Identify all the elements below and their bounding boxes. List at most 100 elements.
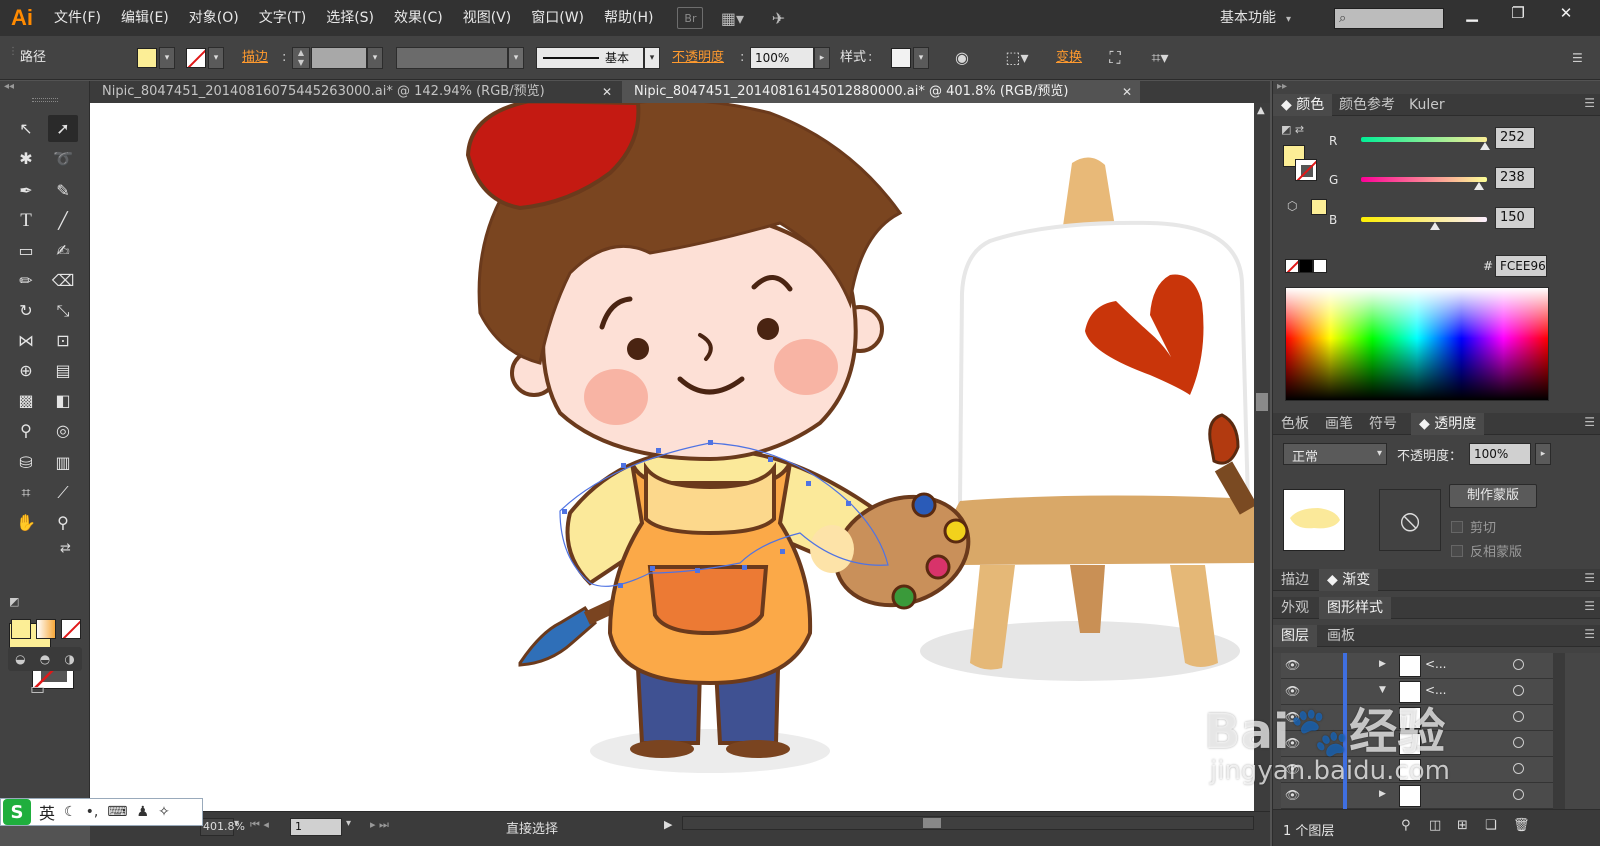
perspective-grid-tool-icon[interactable]: ▤: [48, 357, 78, 384]
direct-selection-tool-icon[interactable]: ➚: [48, 115, 78, 142]
column-graph-tool-icon[interactable]: ▥: [48, 449, 78, 476]
menu-edit[interactable]: 编辑(E): [111, 0, 179, 36]
menu-file[interactable]: 文件(F): [44, 0, 111, 36]
collapse-panel-icon[interactable]: ◂◂: [4, 81, 14, 92]
minimize-button[interactable]: ▁: [1454, 2, 1490, 24]
stroke-panel-link[interactable]: 描边: [242, 47, 268, 69]
layers-scrollbar[interactable]: [1553, 653, 1565, 811]
panel-menu-icon[interactable]: ☰: [1584, 599, 1595, 613]
layer-name[interactable]: <...: [1425, 683, 1447, 697]
clip-checkbox[interactable]: 剪切: [1451, 517, 1496, 536]
panel-menu-icon[interactable]: ☰: [1584, 415, 1595, 429]
artboard-field[interactable]: 1: [290, 818, 342, 836]
slice-tool-icon[interactable]: ⟋: [48, 479, 78, 506]
opacity-arrow[interactable]: ▸: [1535, 443, 1551, 465]
blue-value-input[interactable]: 150: [1495, 207, 1535, 229]
menu-select[interactable]: 选择(S): [316, 0, 384, 36]
blue-slider-thumb[interactable]: [1430, 222, 1441, 230]
delete-layer-icon[interactable]: 🗑: [1513, 818, 1530, 833]
draw-normal-icon[interactable]: ◒: [15, 652, 25, 666]
out-of-gamut-icon[interactable]: ⬡: [1287, 199, 1297, 213]
variable-width-field[interactable]: [396, 47, 508, 69]
next-artboard-icon[interactable]: ▸ ⏭: [370, 818, 389, 832]
document-tab[interactable]: Nipic_8047451_20140816075445263000.ai* @…: [90, 81, 620, 103]
artboard-tool-icon[interactable]: ⌗: [11, 479, 41, 506]
shape-builder-tool-icon[interactable]: ⊕: [11, 357, 41, 384]
tab-color-guide[interactable]: 颜色参考: [1331, 94, 1403, 116]
mesh-tool-icon[interactable]: ▩: [11, 387, 41, 414]
sogou-logo-icon[interactable]: S: [3, 799, 31, 825]
layer-row[interactable]: 👁 ▼ <...: [1281, 679, 1559, 705]
line-tool-icon[interactable]: ╱: [48, 207, 78, 234]
green-value-input[interactable]: 238: [1495, 167, 1535, 189]
close-icon[interactable]: ✕: [1122, 81, 1132, 103]
new-layer-icon[interactable]: ❏: [1485, 818, 1497, 833]
menu-view[interactable]: 视图(V): [453, 0, 522, 36]
ime-toolbar[interactable]: S 英 ☾ •, ⌨ ♟ ✧: [0, 798, 203, 826]
layer-row[interactable]: 👁 ▶ <...: [1281, 653, 1559, 679]
eye-icon[interactable]: 👁: [1285, 658, 1300, 672]
moon-icon[interactable]: ☾: [64, 804, 77, 820]
blend-tool-icon[interactable]: ◎: [48, 417, 78, 444]
opacity-input[interactable]: 100%: [1469, 443, 1531, 465]
scroll-thumb[interactable]: [923, 818, 941, 828]
menu-window[interactable]: 窗口(W): [521, 0, 594, 36]
zoom-dropdown[interactable]: ▾: [234, 818, 239, 829]
graphic-style-dropdown[interactable]: ▾: [913, 47, 929, 69]
green-slider-thumb[interactable]: [1473, 182, 1484, 190]
bridge-button[interactable]: Br: [677, 7, 704, 29]
fill-dropdown[interactable]: ▾: [159, 47, 175, 69]
red-value-input[interactable]: 252: [1495, 127, 1535, 149]
horizontal-scrollbar[interactable]: [682, 816, 1254, 830]
invert-mask-checkbox[interactable]: 反相蒙版: [1451, 541, 1522, 560]
document-tab-active[interactable]: Nipic_8047451_20140816145012880000.ai* @…: [622, 81, 1140, 103]
status-menu-arrow[interactable]: ▶: [664, 818, 672, 831]
scroll-thumb[interactable]: [1256, 393, 1268, 411]
make-envelope-icon[interactable]: ⌗▾: [1140, 47, 1180, 69]
fill-swatch[interactable]: [137, 48, 157, 68]
default-colors-icon[interactable]: ◩: [9, 595, 19, 608]
artboard-canvas[interactable]: [90, 103, 1254, 811]
new-sublayer-icon[interactable]: ⊞: [1457, 818, 1468, 833]
layer-row[interactable]: 👁: [1281, 705, 1559, 731]
graphic-style-swatch[interactable]: [891, 48, 911, 68]
stroke-color-box[interactable]: [1295, 159, 1317, 181]
target-icon[interactable]: [1513, 711, 1524, 722]
tab-transparency[interactable]: ◆ 透明度: [1411, 413, 1485, 435]
vertical-scrollbar[interactable]: ▲: [1254, 103, 1270, 811]
eye-icon[interactable]: 👁: [1285, 788, 1300, 802]
target-icon[interactable]: [1513, 763, 1524, 774]
make-clipping-mask-icon[interactable]: ◫: [1429, 818, 1441, 833]
green-slider[interactable]: [1361, 177, 1487, 182]
layer-row[interactable]: 👁 ▶: [1281, 783, 1559, 809]
gpu-performance-icon[interactable]: ✈: [761, 7, 795, 29]
eye-icon[interactable]: 👁: [1285, 710, 1300, 724]
rotate-tool-icon[interactable]: ↻: [11, 297, 41, 324]
screen-mode-icon[interactable]: ▭: [30, 679, 45, 698]
symbol-sprayer-tool-icon[interactable]: ⛁: [11, 449, 41, 476]
pen-tool-icon[interactable]: ✒: [11, 177, 41, 204]
close-icon[interactable]: ✕: [602, 81, 612, 103]
align-options-icon[interactable]: ⬚▾: [1000, 47, 1034, 69]
lasso-tool-icon[interactable]: ➰: [48, 145, 78, 172]
panel-menu-icon[interactable]: ☰: [1572, 47, 1592, 69]
width-tool-icon[interactable]: ⋈: [11, 327, 41, 354]
tab-stroke[interactable]: 描边: [1273, 569, 1317, 591]
tab-layers[interactable]: 图层: [1273, 625, 1317, 647]
zoom-field[interactable]: 401.8%: [200, 818, 245, 836]
eyedropper-tool-icon[interactable]: ⚲: [11, 417, 41, 444]
layer-name[interactable]: <...: [1425, 657, 1447, 671]
collapse-icon[interactable]: ▼: [1379, 685, 1386, 695]
target-icon[interactable]: [1513, 659, 1524, 670]
stroke-dropdown[interactable]: ▾: [208, 47, 224, 69]
blend-mode-select[interactable]: 正常 ▾: [1283, 443, 1387, 465]
transform-link[interactable]: 变换: [1056, 47, 1082, 69]
target-icon[interactable]: [1513, 737, 1524, 748]
opacity-arrow[interactable]: ▸: [814, 47, 830, 69]
target-icon[interactable]: [1513, 789, 1524, 800]
drawing-modes[interactable]: ◒ ◓ ◑: [8, 647, 82, 671]
eye-icon[interactable]: 👁: [1285, 736, 1300, 750]
curvature-pen-tool-icon[interactable]: ✎: [48, 177, 78, 204]
locate-object-icon[interactable]: ⚲: [1401, 818, 1411, 833]
punctuation-icon[interactable]: •,: [86, 804, 99, 820]
